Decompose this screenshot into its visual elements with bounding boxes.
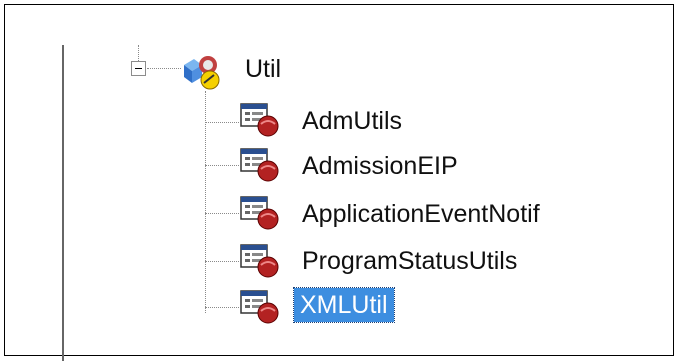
application-icon xyxy=(240,196,279,230)
application-icon xyxy=(240,290,279,324)
tree-connector xyxy=(138,45,139,61)
tree-node-label[interactable]: AdmUtils xyxy=(300,106,404,136)
tree-node-label[interactable]: ProgramStatusUtils xyxy=(300,246,519,276)
tree-view: Util AdmUtils AdmissionEIP ApplicationEv… xyxy=(5,5,675,357)
tree-node-label[interactable]: ApplicationEventNotif xyxy=(300,199,542,229)
tree-connector xyxy=(205,91,206,313)
tree-connector xyxy=(205,307,239,308)
tree-connector xyxy=(205,165,239,166)
tree-connector xyxy=(205,261,239,262)
application-icon xyxy=(240,103,279,137)
tree-connector xyxy=(205,213,239,214)
tree-view-panel: Util AdmUtils AdmissionEIP ApplicationEv… xyxy=(4,4,675,361)
tree-connector xyxy=(205,122,239,123)
tree-node-label-selected[interactable]: XMLUtil xyxy=(293,287,395,323)
application-icon xyxy=(240,244,279,278)
tree-connector xyxy=(147,68,181,69)
collapse-toggle-icon[interactable] xyxy=(131,61,146,76)
tree-node-label[interactable]: AdmissionEIP xyxy=(300,151,460,181)
tree-node-label[interactable]: Util xyxy=(243,54,283,84)
application-icon xyxy=(240,148,279,182)
package-icon xyxy=(184,56,220,90)
